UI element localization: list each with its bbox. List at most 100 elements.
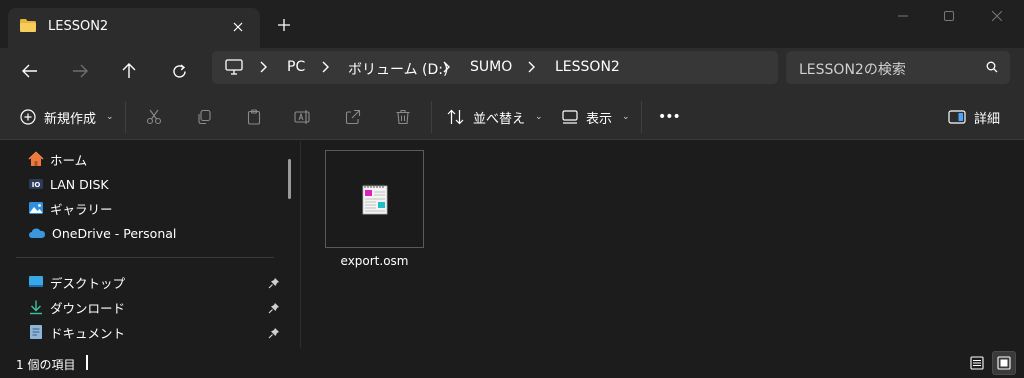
pin-icon[interactable] bbox=[268, 327, 280, 339]
close-window-button[interactable] bbox=[974, 0, 1020, 32]
details-label: 詳細 bbox=[974, 111, 1001, 127]
search-icon bbox=[986, 61, 998, 73]
sidebar-item-onedrive[interactable]: OneDrive - Personal bbox=[28, 222, 176, 244]
sidebar-item-desktop[interactable]: デスクトップ bbox=[28, 271, 125, 293]
maximize-button[interactable] bbox=[926, 0, 972, 32]
nas-icon: IO bbox=[29, 179, 43, 189]
chevron-right-icon bbox=[260, 61, 267, 73]
breadcrumb-lesson2[interactable]: LESSON2 bbox=[555, 59, 620, 75]
sidebar-item-lan-disk[interactable]: IO LAN DISK bbox=[28, 173, 109, 195]
sidebar-item-label: ギャラリー bbox=[50, 201, 113, 217]
plus-circle-icon bbox=[20, 109, 36, 125]
pc-icon bbox=[225, 59, 243, 75]
forward-button[interactable] bbox=[63, 54, 97, 88]
chevron-down-icon: ⌄ bbox=[535, 112, 543, 122]
search-box[interactable]: LESSON2の検索 bbox=[786, 51, 1010, 84]
tab-title: LESSON2 bbox=[48, 19, 109, 34]
pin-icon[interactable] bbox=[268, 277, 280, 289]
file-item[interactable] bbox=[325, 150, 424, 248]
navigation-pane: ホーム IO LAN DISK ギャラリー OneDrive - Persona… bbox=[0, 141, 300, 348]
cut-icon bbox=[146, 109, 162, 125]
chevron-right-icon bbox=[443, 61, 450, 73]
refresh-icon bbox=[172, 63, 186, 78]
status-bar: 1 個の項目 bbox=[0, 348, 1024, 378]
breadcrumb-volume[interactable]: ボリューム (D:) bbox=[348, 59, 448, 79]
minimize-icon bbox=[898, 15, 908, 17]
new-label: 新規作成 bbox=[44, 111, 97, 127]
breadcrumb-sumo[interactable]: SUMO bbox=[470, 59, 512, 75]
view-button[interactable]: 表示 ⌄ bbox=[562, 105, 630, 129]
sidebar-item-documents[interactable]: ドキュメント bbox=[28, 321, 125, 343]
search-input[interactable]: LESSON2の検索 bbox=[799, 59, 906, 79]
tab-close-button[interactable] bbox=[226, 15, 250, 39]
copy-icon bbox=[198, 109, 211, 125]
more-options-button[interactable]: ••• bbox=[658, 105, 681, 129]
more-icon: ••• bbox=[658, 109, 681, 125]
cut-button[interactable] bbox=[142, 105, 166, 129]
share-button[interactable] bbox=[341, 105, 365, 129]
item-count: 1 個の項目 bbox=[16, 358, 76, 372]
minimize-button[interactable] bbox=[880, 0, 926, 32]
sidebar-item-label: ドキュメント bbox=[50, 325, 126, 341]
sidebar-scrollbar[interactable] bbox=[288, 159, 291, 199]
sidebar-item-label: OneDrive - Personal bbox=[52, 225, 177, 241]
tab-lesson2[interactable]: LESSON2 bbox=[8, 8, 260, 48]
sort-button[interactable]: 並べ替え ⌄ bbox=[447, 105, 543, 129]
paste-button[interactable] bbox=[242, 105, 266, 129]
cloud-icon bbox=[29, 228, 45, 238]
close-icon bbox=[992, 11, 1002, 21]
share-icon bbox=[345, 109, 361, 125]
chevron-down-icon: ⌄ bbox=[106, 112, 114, 122]
divider bbox=[16, 257, 274, 258]
paste-icon bbox=[247, 109, 261, 125]
details-view-button[interactable] bbox=[965, 351, 989, 375]
up-button[interactable] bbox=[112, 54, 146, 88]
sidebar-item-downloads[interactable]: ダウンロード bbox=[28, 296, 125, 318]
chevron-right-icon bbox=[322, 61, 329, 73]
sort-label: 並べ替え bbox=[473, 111, 526, 127]
text-caret bbox=[86, 355, 88, 370]
navigation-bar: PC ボリューム (D:) SUMO LESSON2 LESSON2の検索 bbox=[0, 48, 1024, 93]
view-label: 表示 bbox=[586, 111, 613, 127]
trash-icon bbox=[396, 109, 410, 125]
rename-button[interactable] bbox=[291, 105, 315, 129]
back-button[interactable] bbox=[13, 54, 47, 88]
file-name[interactable]: export.osm bbox=[325, 254, 424, 268]
divider bbox=[431, 101, 432, 133]
new-button[interactable]: 新規作成 ⌄ bbox=[20, 105, 114, 129]
arrow-right-icon bbox=[73, 64, 88, 78]
view-icon bbox=[562, 110, 578, 124]
new-tab-button[interactable] bbox=[272, 13, 296, 37]
close-icon bbox=[233, 22, 243, 32]
sidebar-item-label: ホーム bbox=[50, 152, 88, 168]
home-icon bbox=[28, 151, 44, 166]
sort-icon bbox=[447, 109, 464, 125]
rename-icon bbox=[294, 110, 310, 124]
sidebar-item-gallery[interactable]: ギャラリー bbox=[28, 197, 113, 219]
chevron-right-icon bbox=[528, 61, 535, 73]
details-pane-icon bbox=[948, 110, 966, 124]
large-icons-view-button[interactable] bbox=[992, 351, 1016, 375]
arrow-up-icon bbox=[122, 63, 136, 78]
pin-icon[interactable] bbox=[268, 302, 280, 314]
breadcrumb-pc[interactable]: PC bbox=[287, 59, 305, 75]
svg-text:IO: IO bbox=[32, 181, 41, 189]
command-bar: 新規作成 ⌄ 並べ替え ⌄ 表示 ⌄ ••• 詳細 bbox=[0, 93, 1024, 140]
copy-button[interactable] bbox=[192, 105, 216, 129]
address-bar[interactable]: PC ボリューム (D:) SUMO LESSON2 bbox=[212, 51, 778, 84]
tiles-view-icon bbox=[997, 356, 1011, 370]
chevron-down-icon: ⌄ bbox=[622, 112, 630, 122]
list-view-icon bbox=[970, 356, 984, 370]
desktop-icon bbox=[29, 276, 43, 287]
folder-icon bbox=[20, 19, 36, 32]
details-button[interactable]: 詳細 bbox=[948, 105, 1000, 129]
sidebar-item-label: ダウンロード bbox=[50, 300, 126, 316]
gallery-icon bbox=[29, 202, 43, 214]
arrow-left-icon bbox=[22, 64, 37, 78]
divider bbox=[125, 101, 126, 133]
plus-icon bbox=[278, 19, 290, 31]
delete-button[interactable] bbox=[391, 105, 415, 129]
refresh-button[interactable] bbox=[162, 54, 196, 88]
sidebar-item-home[interactable]: ホーム bbox=[28, 148, 87, 170]
file-list: export.osm bbox=[301, 141, 1024, 348]
